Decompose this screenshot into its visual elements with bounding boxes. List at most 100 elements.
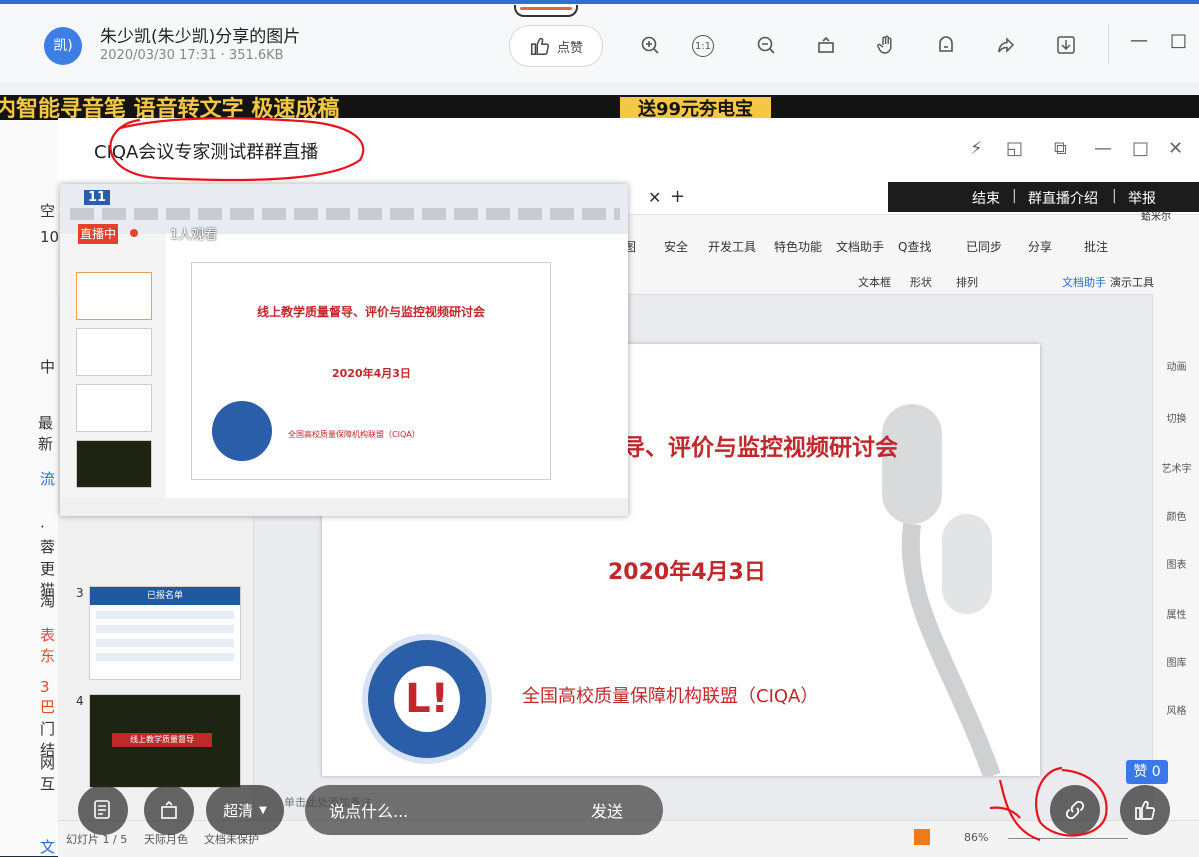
send-button[interactable]: 发送 [591, 798, 623, 822]
minimize-button[interactable]: — [1130, 30, 1148, 51]
presenter-window-header: 11 [60, 184, 628, 234]
slide-title: 导、评价与监控视频研讨会 [622, 434, 898, 461]
copy-window-icon[interactable]: ⧉ [1054, 138, 1067, 159]
image-meta: 2020/03/30 17:31 · 351.6KB [100, 48, 284, 63]
bg-text: 淘 [40, 592, 56, 610]
menu-tab[interactable]: 特色功能 [774, 238, 822, 255]
zoom-level[interactable]: 86% [964, 831, 988, 844]
ribbon-label[interactable]: 排列 [956, 274, 978, 290]
link-icon[interactable] [1050, 785, 1100, 835]
bg-text: 表东 [40, 626, 56, 665]
microphone-graphic [882, 404, 1001, 776]
mini-slide-date: 2020年4月3日 [332, 367, 411, 380]
chat-input[interactable] [327, 799, 571, 823]
mini-slide-title: 线上教学质量督导、评价与监控视频研讨会 [256, 305, 485, 319]
presenter-slide: 线上教学质量督导、评价与监控视频研讨会 2020年4月3日 全国高校质量保障机构… [191, 262, 551, 480]
slide-thumbnail[interactable]: 已报名单 [89, 586, 241, 680]
sync-label[interactable]: 已同步 [966, 238, 1002, 255]
mini-tab-number: 11 [84, 190, 111, 205]
presenter-status-bar [60, 498, 628, 516]
live-close-button[interactable]: ✕ [1168, 138, 1183, 159]
rotate-icon[interactable] [812, 31, 840, 59]
gallery-tool[interactable]: 图库 [1153, 654, 1199, 669]
live-window-header: CIQA会议专家测试群群直播 ⚡ ◱ ⧉ — □ ✕ [58, 118, 1199, 182]
bg-text: 中 [40, 358, 56, 376]
menu-tab[interactable]: 安全 [664, 238, 688, 255]
ribbon-label[interactable]: 演示工具 [1110, 274, 1154, 290]
mini-slide-org: 全国高校质量保障机构联盟（CIQA） [288, 430, 420, 439]
chat-bar: 发送 [305, 785, 663, 835]
share-icon[interactable] [992, 31, 1020, 59]
live-minimize-button[interactable]: — [1094, 138, 1112, 159]
background-left-column: 空 10 中 最新 流 ·蓉 更猫 淘 表东 3巴 门结 网互 文 [0, 120, 60, 856]
transition-tool[interactable]: 切换 [1153, 410, 1199, 425]
sender-avatar[interactable]: 凯) [44, 27, 82, 65]
ciqa-logo: L! [362, 634, 492, 764]
ribbon-label[interactable]: 形状 [910, 274, 932, 290]
slide-thumbnail[interactable]: 线上教学质量督导 [89, 694, 241, 788]
rotate-screen-icon[interactable] [144, 785, 194, 835]
chart-tool[interactable]: 图表 [1153, 556, 1199, 571]
hand-icon[interactable] [872, 31, 900, 59]
user-name: 蛤米尔 [1141, 212, 1171, 223]
live-dot [130, 229, 138, 237]
ribbon-label[interactable]: 文本框 [858, 274, 891, 290]
zoom-slider[interactable] [1008, 838, 1128, 839]
close-tab-icon[interactable]: ✕ [648, 188, 661, 207]
live-maximize-button[interactable]: □ [1132, 138, 1149, 159]
wps-right-panel: 动画 切换 艺术字 颜色 图表 属性 图库 风格 [1152, 294, 1199, 820]
window-pip-icon[interactable]: ◱ [1006, 138, 1023, 159]
live-intro-link[interactable]: 群直播介绍 [1028, 188, 1098, 208]
bg-text: 流 [40, 470, 56, 488]
zoom-out-icon[interactable] [752, 31, 780, 59]
report-link[interactable]: 举报 [1128, 188, 1156, 208]
property-tool[interactable]: 属性 [1153, 606, 1199, 621]
lightning-icon[interactable]: ⚡ [970, 138, 983, 159]
chevron-down-icon: ▼ [259, 804, 267, 816]
presenter-window[interactable]: 11 线上教学质量督导、评价与监控视频研讨会 2020年4月3日 全国高校质量保… [60, 184, 628, 516]
presenter-thumbnails [60, 234, 166, 498]
color-tool[interactable]: 颜色 [1153, 508, 1199, 523]
maximize-button[interactable]: □ [1170, 30, 1187, 51]
live-title: CIQA会议专家测试群群直播 [94, 142, 319, 163]
share-label[interactable]: 分享 [1028, 238, 1052, 255]
quality-selector[interactable]: 超清 ▼ [206, 785, 284, 835]
thumb-number: 3 [76, 586, 84, 600]
mini-ciqa-logo [212, 401, 272, 461]
style-tool[interactable]: 风格 [1153, 702, 1199, 717]
download-icon[interactable] [1052, 31, 1080, 59]
play-slideshow-icon[interactable] [914, 829, 930, 845]
bg-text: 文 [40, 838, 56, 856]
like-label: 点赞 [556, 40, 583, 56]
thumb-up-icon[interactable] [1120, 785, 1170, 835]
new-tab-icon[interactable]: + [670, 186, 685, 207]
thumb-header: 线上教学质量督导 [112, 733, 212, 747]
sender-title: 朱少凯(朱少凯)分享的图片 [100, 27, 301, 47]
menu-tab[interactable]: Q查找 [898, 238, 931, 255]
end-live-link[interactable]: 结束 [972, 188, 1000, 208]
bg-text: 最新 [38, 414, 54, 453]
bg-text: 10 [40, 228, 60, 246]
like-button[interactable]: 点赞 [509, 25, 603, 67]
live-badge: 直播中 [78, 224, 118, 244]
bg-text: 3巴 [40, 678, 56, 716]
viewer-count: 1人观看 [170, 228, 218, 243]
quality-label: 超清 [223, 801, 254, 820]
menu-tab[interactable]: 文档助手 [836, 238, 884, 255]
menu-tab[interactable]: 开发工具 [708, 238, 756, 255]
thumb-number: 4 [76, 694, 84, 708]
wordart-tool[interactable]: 艺术字 [1153, 460, 1199, 475]
bg-text: 网互 [40, 754, 56, 793]
like-count-badge: 赞 0 [1126, 760, 1168, 784]
thumb-up-icon [531, 37, 550, 55]
comment-label[interactable]: 批注 [1084, 238, 1108, 255]
drag-handle[interactable] [514, 5, 578, 17]
actual-size-icon[interactable]: 1:1 [692, 35, 714, 57]
toolbar-divider [1108, 24, 1109, 64]
bg-text: ·蓉 [40, 518, 56, 556]
document-icon[interactable] [78, 785, 128, 835]
ribbon-label[interactable]: 文档助手 [1062, 274, 1106, 290]
screenshot-icon[interactable] [932, 31, 960, 59]
animation-tool[interactable]: 动画 [1153, 358, 1199, 373]
zoom-in-icon[interactable] [636, 31, 664, 59]
